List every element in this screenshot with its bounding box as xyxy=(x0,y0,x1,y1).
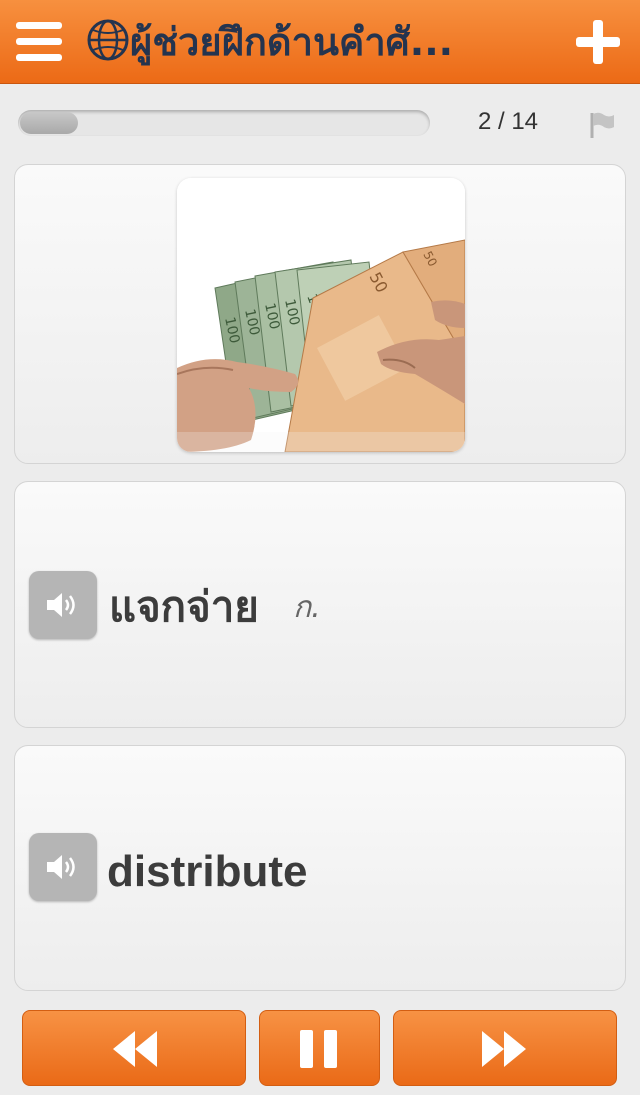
progress-bar-fill xyxy=(20,112,78,134)
english-word: distribute xyxy=(107,847,308,896)
next-button[interactable] xyxy=(393,1010,617,1086)
previous-button[interactable] xyxy=(22,1010,246,1086)
plus-icon[interactable] xyxy=(576,20,620,64)
pause-icon xyxy=(300,1030,337,1068)
hamburger-menu-icon[interactable] xyxy=(16,20,64,64)
thai-word: แจกจ่าย xyxy=(109,582,259,631)
speaker-icon[interactable] xyxy=(29,571,97,639)
progress-counter: 2 / 14 xyxy=(477,108,539,135)
fast-forward-icon xyxy=(482,1031,526,1067)
image-card: 100 100 100 100 100 50 50 xyxy=(14,164,626,464)
progress-bar xyxy=(18,110,430,136)
globe-icon xyxy=(87,19,129,61)
flag-icon[interactable] xyxy=(588,110,616,140)
page-title: ผู้ช่วยฝึกด้านคำศั... xyxy=(130,20,454,64)
pause-button[interactable] xyxy=(259,1010,380,1086)
english-word-card[interactable]: distribute xyxy=(14,745,626,991)
thai-word-card[interactable]: แจกจ่าย ก. xyxy=(14,481,626,728)
euro-banknotes-photo: 100 100 100 100 100 50 50 xyxy=(177,178,465,452)
app-header: ผู้ช่วยฝึกด้านคำศั... xyxy=(0,0,640,84)
rewind-icon xyxy=(113,1031,157,1067)
speaker-icon[interactable] xyxy=(29,833,97,901)
part-of-speech: ก. xyxy=(293,590,321,625)
